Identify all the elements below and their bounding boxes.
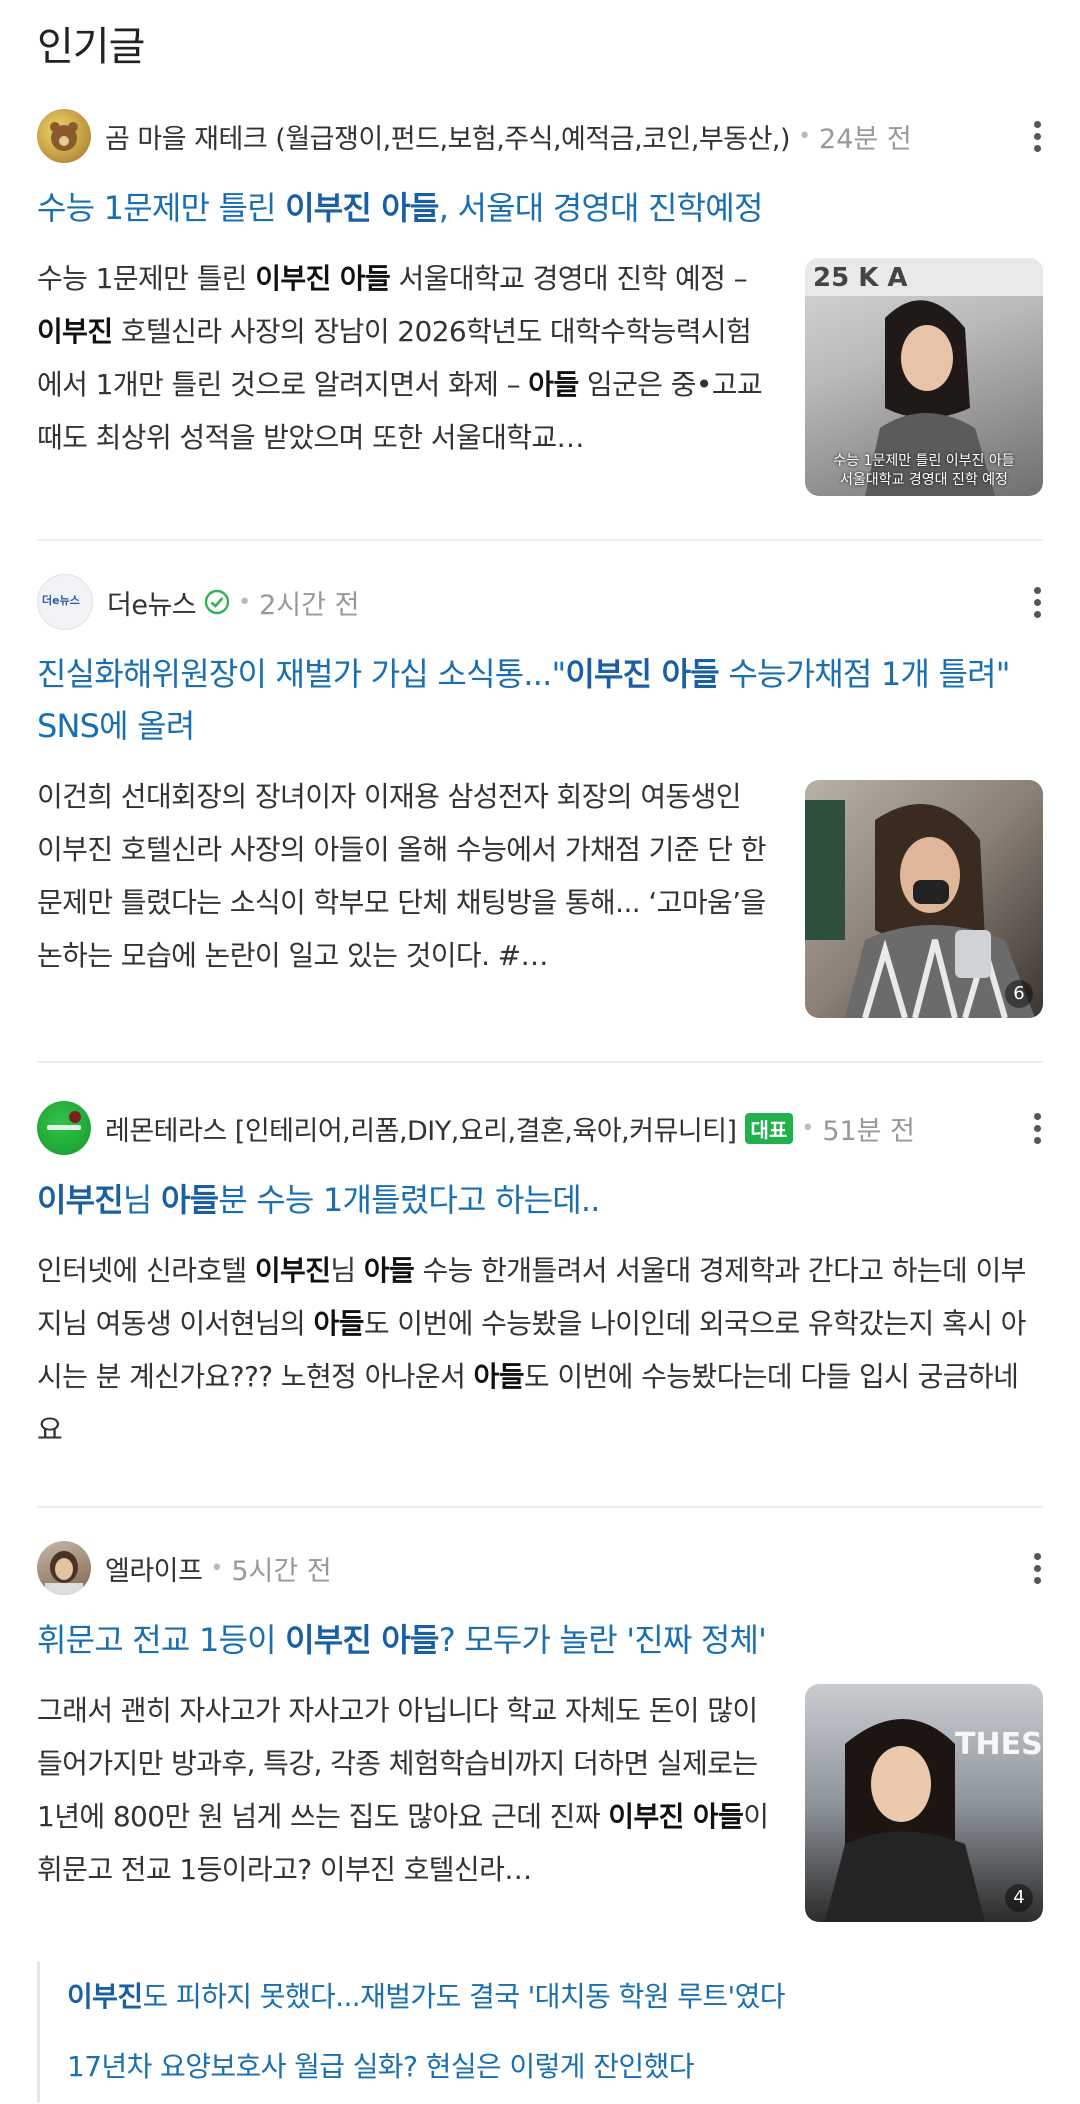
svg-text:THES: THES: [955, 1727, 1043, 1762]
separator-dot: •: [801, 1115, 815, 1141]
post-card[interactable]: 곰 마을 재테크 (월급쟁이,펀드,보험,주식,예적금,코인,부동산,) • 2…: [37, 108, 1043, 496]
source-name[interactable]: 곰 마을 재테크 (월급쟁이,펀드,보험,주식,예적금,코인,부동산,): [105, 117, 791, 156]
more-options-icon[interactable]: [1031, 584, 1043, 620]
post-meta: 레몬테라스 [인테리어,리폼,DIY,요리,결혼,육아,커뮤니티] 대표 • 5…: [37, 1100, 1043, 1156]
source-name[interactable]: 엘라이프: [105, 1549, 203, 1588]
related-link[interactable]: 17년차 요양보호사 월급 실화? 현실은 이렇게 잔인했다: [67, 2032, 1073, 2102]
avatar[interactable]: 더e뉴스: [37, 574, 93, 630]
divider: [37, 539, 1043, 541]
post-meta: 곰 마을 재테크 (월급쟁이,펀드,보험,주식,예적금,코인,부동산,) • 2…: [37, 108, 1043, 164]
divider: [37, 1506, 1043, 1508]
post-meta: 더e뉴스 더e뉴스 • 2시간 전: [37, 574, 1043, 630]
more-options-icon[interactable]: [1031, 1110, 1043, 1146]
avatar[interactable]: [37, 1541, 91, 1595]
section-title: 인기글: [37, 24, 145, 70]
svg-text:25 K A: 25 K A: [813, 263, 908, 293]
verified-check-icon: [204, 589, 230, 615]
post-meta: 엘라이프 • 5시간 전: [37, 1540, 1043, 1596]
more-options-icon[interactable]: [1031, 1550, 1043, 1586]
post-thumbnail[interactable]: THES 4: [805, 1684, 1043, 1922]
post-card[interactable]: 엘라이프 • 5시간 전 휘문고 전교 1등이 이부진 아들? 모두가 놀란 '…: [37, 1540, 1043, 1922]
image-count-badge: 6: [1005, 980, 1033, 1008]
person-photo-icon: [45, 1551, 83, 1595]
post-headline[interactable]: 이부진님 아들분 수능 1개틀렸다고 하는데..: [37, 1174, 1043, 1226]
separator-dot: •: [238, 589, 252, 615]
post-headline[interactable]: 휘문고 전교 1등이 이부진 아들? 모두가 놀란 '진짜 정체': [37, 1614, 1043, 1666]
post-card[interactable]: 더e뉴스 더e뉴스 • 2시간 전 진실화해위원장이 재벌가 가십 소식통...…: [37, 574, 1043, 1018]
post-snippet[interactable]: 이건희 선대회장의 장녀이자 이재용 삼성전자 회장의 여동생인 이부진 호텔신…: [37, 770, 772, 982]
related-link[interactable]: 이부진도 피하지 못했다...재벌가도 결국 '대치동 학원 루트'였다: [67, 1962, 1073, 2032]
post-headline[interactable]: 진실화해위원장이 재벌가 가십 소식통..."이부진 아들 수능가채점 1개 틀…: [37, 648, 1043, 752]
separator-dot: •: [210, 1555, 224, 1581]
source-name[interactable]: 레몬테라스 [인테리어,리폼,DIY,요리,결혼,육아,커뮤니티]: [105, 1109, 737, 1148]
photo-woman-icon: THES: [825, 1719, 1043, 1922]
post-snippet[interactable]: 수능 1문제만 틀린 이부진 아들 서울대학교 경영대 진학 예정 – 이부진 …: [37, 252, 772, 464]
source-name[interactable]: 더e뉴스: [107, 583, 197, 622]
post-card[interactable]: 레몬테라스 [인테리어,리폼,DIY,요리,결혼,육아,커뮤니티] 대표 • 5…: [37, 1100, 1043, 1456]
post-headline[interactable]: 수능 1문제만 틀린 이부진 아들, 서울대 경영대 진학예정: [37, 182, 1043, 234]
avatar[interactable]: [37, 1101, 91, 1155]
post-time: 24분 전: [819, 123, 912, 155]
related-links: 이부진도 피하지 못했다...재벌가도 결국 '대치동 학원 루트'였다 17년…: [37, 1962, 1073, 2102]
more-options-icon[interactable]: [1031, 118, 1043, 154]
post-time: 5시간 전: [231, 1555, 332, 1587]
avatar-logo: 더e뉴스: [42, 594, 80, 607]
bear-icon: [50, 122, 78, 151]
divider: [37, 1061, 1043, 1063]
post-thumbnail[interactable]: 25 K A 수능 1문제만 틀린 이부진 아들 서울대학교 경영대 진학 예정: [805, 258, 1043, 496]
photo-woman-icon: [805, 800, 1035, 1018]
lemon-logo-icon: [47, 1111, 81, 1130]
post-time: 2시간 전: [259, 589, 360, 621]
representative-badge: 대표: [744, 1112, 794, 1144]
post-snippet[interactable]: 그래서 괜히 자사고가 자사고가 아닙니다 학교 자체도 돈이 많이 들어가지만…: [37, 1684, 772, 1896]
post-time: 51분 전: [822, 1115, 915, 1147]
separator-dot: •: [798, 123, 812, 149]
post-thumbnail[interactable]: 6: [805, 780, 1043, 1018]
post-snippet[interactable]: 인터넷에 신라호텔 이부진님 아들 수능 한개틀려서 서울대 경제학과 간다고 …: [37, 1244, 1043, 1456]
thumbnail-caption: 수능 1문제만 틀린 이부진 아들 서울대학교 경영대 진학 예정: [833, 453, 1015, 488]
avatar[interactable]: [37, 109, 91, 163]
image-count-badge: 4: [1005, 1884, 1033, 1912]
